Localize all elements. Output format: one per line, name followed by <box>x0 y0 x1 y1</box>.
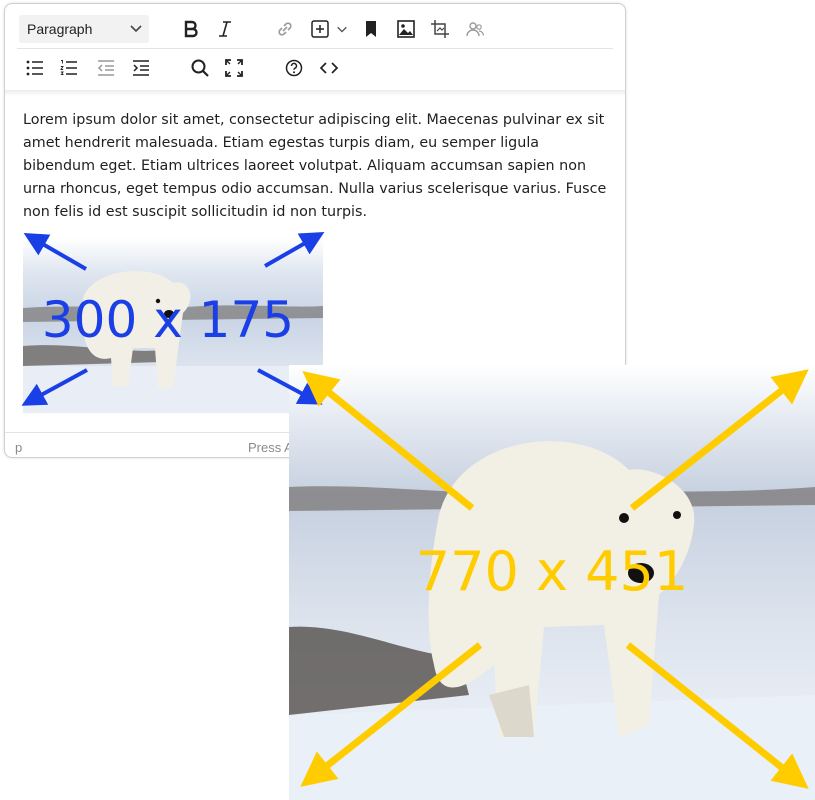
bookmark-button[interactable] <box>357 15 385 43</box>
indent-button[interactable] <box>127 54 155 82</box>
italic-icon <box>219 21 231 37</box>
status-hint: Press A <box>248 440 293 455</box>
chevron-down-icon <box>130 25 142 33</box>
outdent-icon <box>97 60 114 76</box>
crop-button[interactable] <box>426 15 454 43</box>
bullet-list-icon <box>26 60 43 76</box>
bold-icon <box>184 20 198 38</box>
link-icon <box>278 22 292 36</box>
fullscreen-icon <box>225 59 243 77</box>
outdent-button[interactable] <box>92 54 120 82</box>
users-button[interactable] <box>461 15 489 43</box>
large-dimensions-label: 770 x 451 <box>415 540 689 603</box>
bold-button[interactable] <box>177 15 205 43</box>
users-icon <box>466 22 485 37</box>
crop-icon <box>431 20 449 38</box>
small-dimensions-label: 300 x 175 <box>41 291 295 349</box>
search-button[interactable] <box>186 54 214 82</box>
source-code-icon <box>319 62 339 74</box>
image-button[interactable] <box>392 15 420 43</box>
source-code-button[interactable] <box>315 54 343 82</box>
insert-icon <box>311 20 329 38</box>
block-format-value: Paragraph <box>27 21 93 37</box>
fullscreen-button[interactable] <box>220 54 248 82</box>
help-button[interactable] <box>280 54 308 82</box>
block-format-select[interactable]: Paragraph <box>19 15 149 43</box>
numbered-list-icon <box>60 60 77 76</box>
search-icon <box>191 59 209 77</box>
bullet-list-button[interactable] <box>21 54 49 82</box>
numbered-list-button[interactable] <box>55 54 83 82</box>
element-path[interactable]: p <box>15 440 22 455</box>
italic-button[interactable] <box>211 15 239 43</box>
image-icon <box>397 20 415 38</box>
link-button[interactable] <box>271 15 299 43</box>
toolbar-row-1: Paragraph <box>17 11 613 49</box>
content-paragraph[interactable]: Lorem ipsum dolor sit amet, consectetur … <box>23 109 608 224</box>
toolbar-shadow <box>5 90 625 96</box>
help-icon <box>285 59 303 77</box>
toolbar-row-2 <box>17 50 613 88</box>
chevron-down-icon <box>337 26 347 33</box>
insert-dropdown-button[interactable] <box>333 15 351 43</box>
indent-icon <box>133 60 149 76</box>
insert-button[interactable] <box>306 15 334 43</box>
bookmark-icon <box>366 21 376 37</box>
